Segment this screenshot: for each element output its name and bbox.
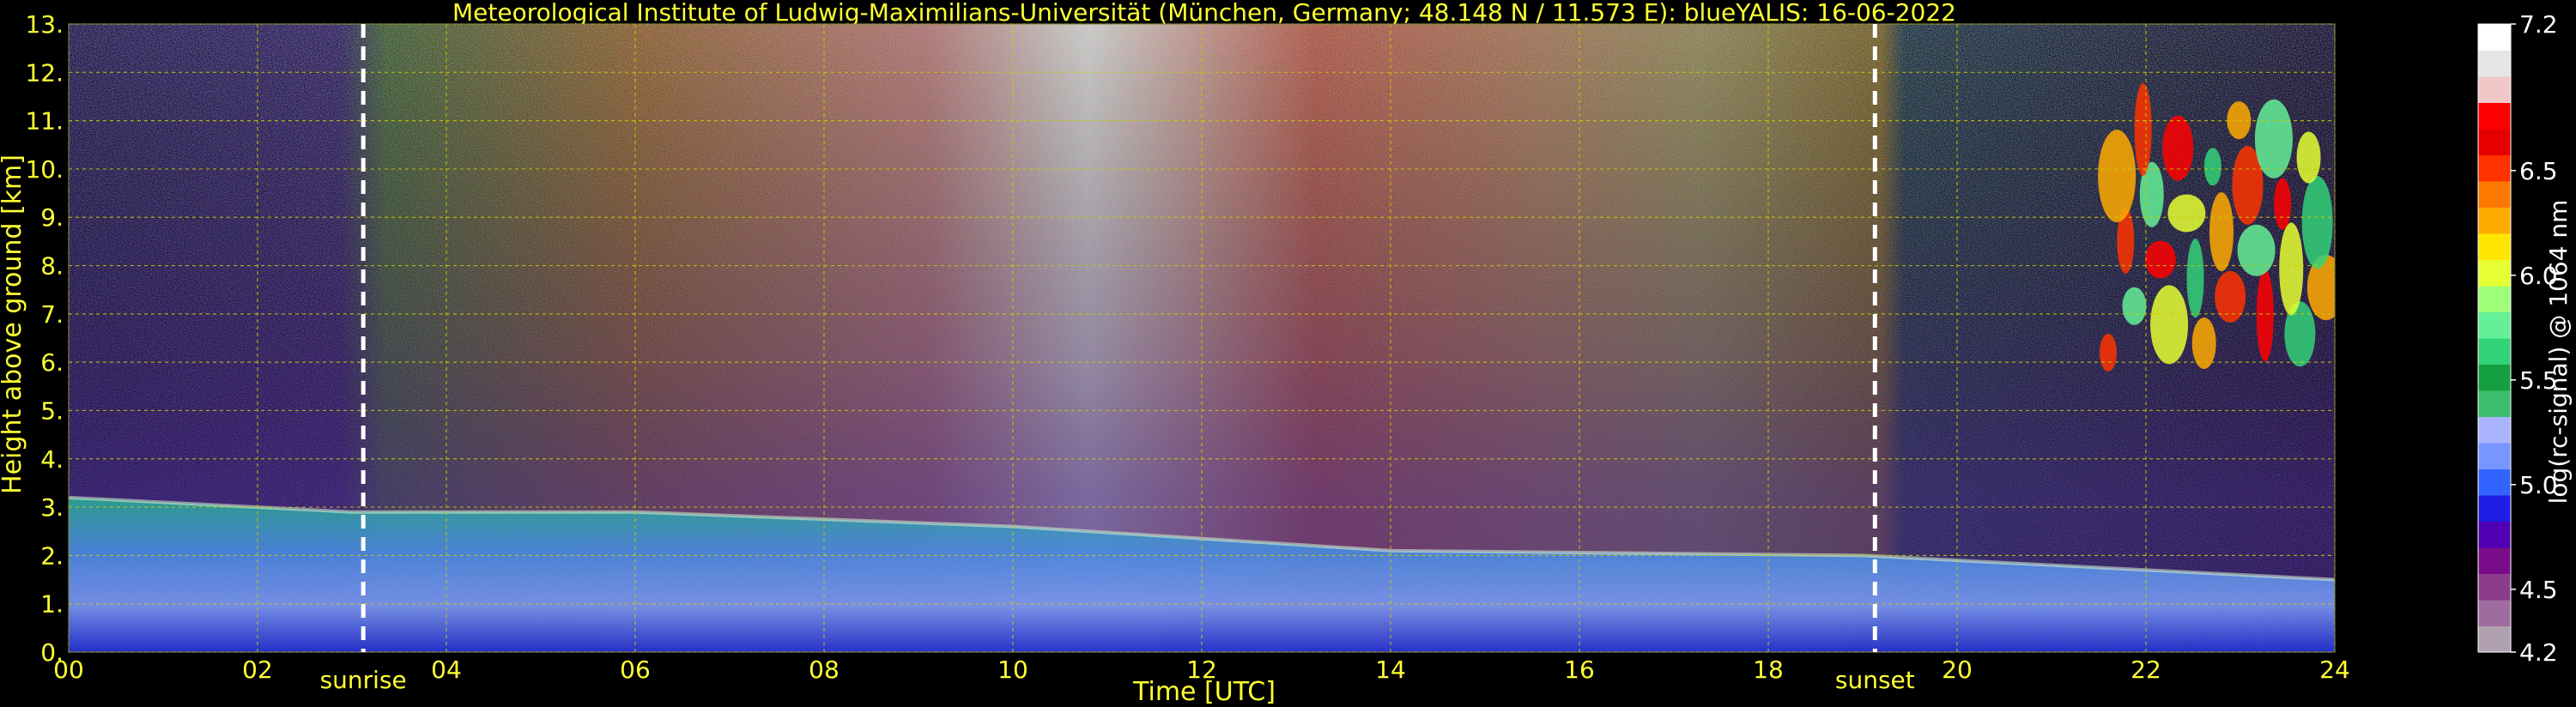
colorbar-segment	[2478, 573, 2511, 601]
x-tick-label: 18	[1753, 656, 1784, 684]
x-tick-label: 24	[2319, 656, 2350, 684]
cirrus-patch	[2191, 317, 2216, 370]
colorbar-segment	[2478, 233, 2511, 260]
y-tick-label: 11.	[25, 107, 64, 136]
plot-area	[69, 24, 2335, 652]
colorbar-segment	[2478, 207, 2511, 234]
colorbar-segment	[2478, 468, 2511, 496]
y-tick-label: 3.	[40, 493, 64, 522]
colorbar-segment	[2478, 338, 2511, 365]
cirrus-patch	[2296, 131, 2321, 184]
colorbar-tick-label: 4.2	[2519, 638, 2558, 667]
cirrus-patch	[2274, 178, 2292, 230]
colorbar-segment	[2478, 259, 2511, 287]
cirrus-patch	[2122, 287, 2147, 325]
cirrus-patch	[2203, 148, 2221, 186]
y-tick-label: 10.	[25, 155, 64, 184]
x-tick-label: 04	[431, 656, 462, 684]
y-tick-label: 4.	[40, 445, 64, 474]
colorbar-segment	[2478, 129, 2511, 155]
x-tick-label: 08	[809, 656, 839, 684]
colorbar-segment	[2478, 50, 2511, 77]
y-axis-label: Height above ground [km]	[0, 154, 27, 494]
colorbar-segment	[2478, 390, 2511, 417]
cirrus-patch	[2279, 222, 2304, 316]
cirrus-patch	[2256, 269, 2274, 362]
colorbar-segment	[2478, 102, 2511, 130]
colorbar-segment	[2478, 181, 2511, 208]
x-tick-label: 16	[1564, 656, 1595, 684]
y-tick-label: 8.	[40, 252, 64, 281]
cirrus-patch	[2134, 83, 2152, 177]
cirrus-patch	[2209, 192, 2234, 272]
sunrise-label: sunrise	[320, 666, 407, 694]
y-axis-ticks: 0. 1. 2. 3. 4. 5. 6. 7. 8. 9. 10. 11. 12. 13.	[25, 10, 64, 667]
colorbar-segment	[2478, 286, 2511, 312]
cirrus-patch	[2254, 99, 2293, 178]
cirrus-patch	[2215, 270, 2246, 323]
cirrus-patch	[2098, 130, 2137, 223]
cirrus-patch	[2100, 333, 2117, 372]
y-tick-label: 5.	[40, 396, 64, 425]
x-tick-label: 14	[1375, 656, 1406, 684]
colorbar-segment	[2478, 311, 2511, 339]
lidar-chart: Meteorological Institute of Ludwig-Maxim…	[0, 0, 2573, 707]
x-axis-label: Time [UTC]	[1132, 677, 1276, 707]
y-tick-label: 9.	[40, 203, 64, 232]
y-tick-label: 7.	[40, 300, 64, 329]
cirrus-patch	[2237, 224, 2276, 276]
chart-title: Meteorological Institute of Ludwig-Maxim…	[452, 0, 1956, 27]
colorbar-segment	[2478, 364, 2511, 391]
y-tick-label: 12.	[25, 58, 64, 87]
colorbar-tick-label: 7.2	[2519, 10, 2558, 39]
x-tick-label: 06	[620, 656, 651, 684]
y-tick-label: 6.	[40, 348, 64, 377]
x-tick-label: 20	[1942, 656, 1973, 684]
cirrus-patch	[2167, 194, 2206, 233]
cirrus-patch	[2301, 176, 2333, 269]
y-tick-label: 2.	[40, 541, 64, 570]
colorbar-tick-label: 4.5	[2519, 576, 2558, 604]
colorbar-tick-label: 6.5	[2519, 157, 2558, 185]
colorbar-segment	[2478, 24, 2511, 51]
colorbar-label: log(rc-signal) @ 1064 nm	[2544, 200, 2573, 505]
colorbar-segment	[2478, 76, 2511, 103]
x-tick-label: 22	[2131, 656, 2161, 684]
colorbar-segment	[2478, 443, 2511, 469]
colorbar-segment	[2478, 416, 2511, 444]
cirrus-patch	[2150, 285, 2189, 365]
x-tick-label: 02	[242, 656, 273, 684]
x-tick-label: 10	[997, 656, 1028, 684]
cirrus-patch	[2144, 240, 2176, 279]
colorbar-segment	[2478, 625, 2511, 653]
colorbar-segment	[2478, 154, 2511, 182]
colorbar	[2477, 23, 2512, 653]
colorbar-segment	[2478, 495, 2511, 522]
cirrus-patch	[2162, 115, 2194, 181]
y-tick-label: 0.	[40, 638, 64, 667]
cirrus-patch	[2186, 239, 2204, 318]
colorbar-segment	[2478, 600, 2511, 626]
y-tick-label: 1.	[40, 590, 64, 619]
y-tick-label: 13.	[25, 10, 64, 39]
colorbar-segment	[2478, 547, 2511, 574]
colorbar-segment	[2478, 521, 2511, 548]
sunset-label: sunset	[1835, 666, 1915, 694]
